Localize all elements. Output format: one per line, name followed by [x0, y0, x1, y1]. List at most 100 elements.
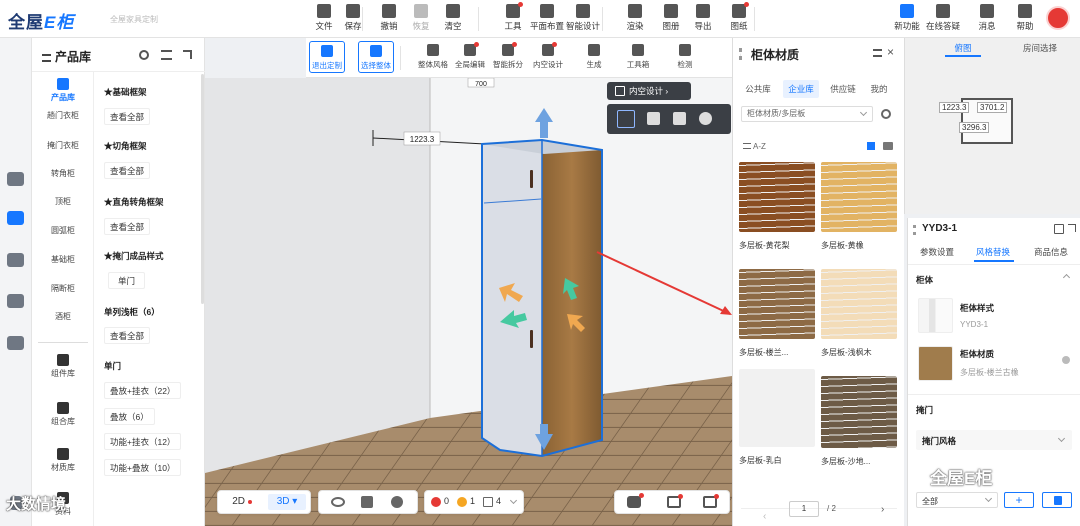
category-8[interactable]: 酒柜 [32, 311, 94, 322]
user-avatar[interactable] [1046, 6, 1070, 30]
prev-page-icon[interactable]: ‹ [763, 511, 766, 522]
material-tab-1[interactable]: 企业库 [783, 80, 819, 98]
bus-icon[interactable] [7, 336, 24, 350]
toolbar-layout-button[interactable]: 平面布置 [530, 4, 564, 32]
page-input[interactable]: 1 [789, 501, 819, 517]
product-scrollbar[interactable] [201, 74, 204, 304]
edit-icon[interactable] [1054, 224, 1064, 234]
top-headset-button[interactable]: 在线答疑 [924, 4, 962, 32]
section-button[interactable]: 单门 [108, 272, 146, 289]
item-count[interactable]: 4 [496, 496, 501, 506]
top-bell-button[interactable]: 消息 [968, 4, 1006, 32]
material-card[interactable]: 多层板-黄橡 [821, 162, 897, 251]
section-button[interactable]: 查看全部 [104, 327, 151, 344]
tool-split-button[interactable]: 智能拆分 [490, 42, 526, 70]
material-search-icon[interactable] [881, 109, 891, 119]
eye-icon[interactable] [331, 497, 345, 507]
toolbar-eraser-button[interactable]: 清空 [436, 4, 470, 32]
toggle-icon[interactable] [627, 493, 644, 508]
section-button[interactable]: 叠放（6） [104, 408, 155, 425]
material-card[interactable]: 多层板-沙地... [821, 376, 897, 467]
tool-global-edit-button[interactable]: 全局编辑 [452, 42, 488, 70]
tab-parameters[interactable]: 参数设置 [920, 246, 954, 258]
toolbar-redo-button[interactable]: 恢复 [404, 4, 438, 32]
search-icon[interactable] [139, 50, 149, 60]
material-card[interactable]: 多层板-乳白 [739, 369, 815, 466]
view-3d-button[interactable]: 3D ▾ [268, 494, 306, 510]
drag-handle-icon[interactable] [913, 225, 916, 235]
tab-top-view[interactable]: 俯图 [945, 42, 981, 56]
list-icon[interactable] [873, 49, 882, 57]
toolbar-lightning-button[interactable]: 智能设计 [566, 4, 600, 32]
cabinet-front[interactable] [482, 140, 542, 456]
sort-label[interactable]: A-Z [743, 142, 766, 151]
view-2d-button[interactable]: 2D [224, 494, 260, 510]
toolbar-camera-button[interactable]: 渲染 [618, 4, 652, 32]
error-count[interactable]: 0 [444, 496, 449, 506]
door-style-dropdown[interactable]: 掩门风格 [916, 430, 1072, 450]
section-button[interactable]: 查看全部 [104, 108, 151, 125]
category-5[interactable]: 圆弧柜 [32, 225, 94, 236]
material-card[interactable]: 多层板-楼兰... [739, 269, 815, 358]
category-2[interactable]: 掩门衣柜 [32, 140, 94, 151]
info-icon[interactable] [1062, 356, 1070, 364]
tab-style-replace[interactable]: 风格替换 [976, 246, 1010, 258]
section-button[interactable]: 功能+叠放（10） [104, 459, 182, 476]
cabinet-material-thumb[interactable] [918, 346, 953, 381]
screenshot-icon[interactable] [667, 494, 683, 508]
inner-design-toggle[interactable]: 内空设计 › [607, 82, 691, 100]
toolbar-save-button[interactable]: 保存 [336, 4, 370, 32]
category-0[interactable]: 产品库 [32, 78, 94, 103]
expand-icon[interactable] [183, 50, 192, 59]
material-tab-2[interactable]: 供应链 [825, 80, 861, 98]
top-new-feature-button[interactable]: 新功能 [888, 4, 926, 32]
tab-product-info[interactable]: 商品信息 [1034, 246, 1068, 258]
drag-handle-icon[interactable] [739, 48, 742, 60]
category-6[interactable]: 基础柜 [32, 254, 94, 265]
category-1[interactable]: 趟门衣柜 [32, 110, 94, 121]
tool-inner-design-button[interactable]: 内空设计 [530, 42, 566, 70]
toolbar-drawing-button[interactable]: 图纸 [722, 2, 756, 32]
material-card[interactable]: 多层板-黄花梨 [739, 162, 815, 251]
folder-icon[interactable] [883, 142, 893, 150]
delete-button[interactable] [1042, 492, 1072, 508]
material-tab-3[interactable]: 我的 [865, 80, 893, 98]
top-help-button[interactable]: 帮助 [1006, 4, 1044, 32]
section-button[interactable]: 功能+挂衣（12） [104, 433, 182, 450]
tab-room-select[interactable]: 房间选择 [1015, 42, 1065, 56]
crown-icon[interactable] [7, 211, 24, 225]
filter-icon[interactable] [161, 50, 172, 60]
tool-exit-button[interactable]: 退出定制 [309, 41, 345, 73]
toolbar-undo-button[interactable]: 撤销 [372, 4, 406, 32]
category-component[interactable]: 组件库 [32, 354, 94, 379]
cabinet-style-thumb[interactable] [918, 298, 953, 333]
palette-icon[interactable] [391, 496, 403, 508]
tool-select-all-button[interactable]: 选择整体 [358, 41, 394, 73]
section-button[interactable]: 查看全部 [104, 218, 151, 235]
scene-3d[interactable]: 1223.3 700 [205, 78, 732, 526]
design-canvas[interactable]: 1223.3 700 内空设计 › [205, 78, 732, 526]
add-button[interactable]: + [1004, 492, 1034, 508]
person-icon[interactable] [7, 294, 24, 308]
cube-icon[interactable] [361, 496, 373, 508]
toolbar-export-button[interactable]: 导出 [686, 4, 720, 32]
category-7[interactable]: 隔断柜 [32, 283, 94, 294]
toolbar-album-button[interactable]: 图册 [654, 4, 688, 32]
warning-count[interactable]: 1 [470, 496, 475, 506]
category-material[interactable]: 材质库 [32, 448, 94, 473]
category-3[interactable]: 转角柜 [32, 168, 94, 179]
add-tool-icon[interactable] [647, 112, 660, 125]
transform-tool-icon[interactable] [617, 110, 635, 128]
door-filter-select[interactable]: 全部 [916, 492, 998, 508]
camera-settings-icon[interactable] [703, 494, 719, 508]
rotate-tool-icon[interactable] [699, 112, 712, 125]
toolbar-wrench-button[interactable]: 工具 [496, 2, 530, 32]
grid-view-icon[interactable] [867, 142, 875, 150]
tool-check-button[interactable]: 检测 [667, 44, 703, 70]
close-icon[interactable]: × [887, 45, 894, 59]
sofa-icon[interactable] [7, 172, 24, 186]
tool-generate-button[interactable]: 生成 [576, 44, 612, 70]
section-button[interactable]: 叠放+挂衣（22） [104, 382, 182, 399]
category-4[interactable]: 顶柜 [32, 196, 94, 207]
tool-toolbox-button[interactable]: 工具箱 [620, 44, 656, 70]
